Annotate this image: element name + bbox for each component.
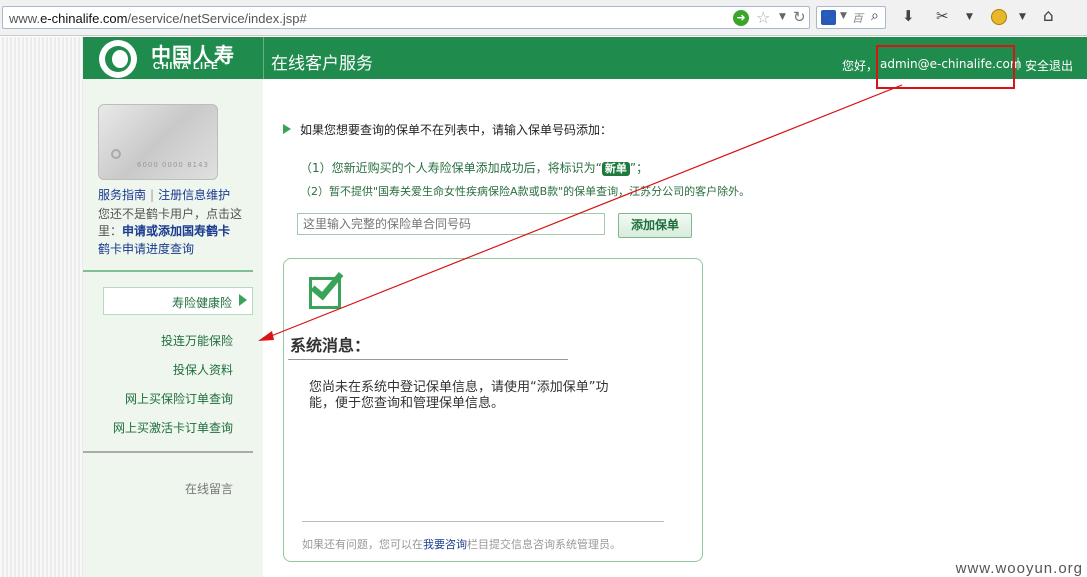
apply-card-link[interactable]: 申请或添加国寿鹤卡 (122, 224, 230, 238)
bookmark-star-icon[interactable]: ☆ (756, 8, 770, 27)
search-hint: 百 (852, 12, 863, 25)
menu-item-activation-orders[interactable]: 网上买激活卡订单查询 (113, 419, 233, 436)
note-unsupported-policy: （2）暂不提供"国寿关爱生命女性疾病保险A款或B款"的保单查询，江苏分公司的客户… (300, 185, 751, 198)
sidebar-links: 服务指南 | 注册信息维护 (98, 186, 230, 203)
page-background: 中国人寿 CHINA LIFE 在线客户服务 您好， admin@e-china… (0, 37, 1087, 577)
logo-english: CHINA LIFE (153, 61, 219, 72)
crane-card-image: 6000 0000 8143 (98, 104, 218, 180)
footer-divider (302, 521, 664, 522)
crane-card-note: 您还不是鹤卡用户，点击这里：申请或添加国寿鹤卡 (98, 206, 248, 240)
reload-icon[interactable]: ↻ (793, 8, 806, 26)
new-policy-badge: 新单 (601, 162, 630, 176)
service-guide-link[interactable]: 服务指南 (98, 188, 146, 202)
go-arrow-icon[interactable]: ➜ (733, 10, 749, 26)
consult-link[interactable]: 我要咨询 (423, 538, 467, 551)
policy-number-input[interactable] (297, 213, 605, 235)
system-message-title: 系统消息： (290, 336, 371, 355)
sidebar: 6000 0000 8143 服务指南 | 注册信息维护 您还不是鹤卡用户，点击这里… (83, 79, 263, 577)
online-message-link[interactable]: 在线留言 (185, 480, 233, 497)
register-info-link[interactable]: 注册信息维护 (158, 188, 230, 202)
message-divider (288, 359, 568, 360)
menu-item-online-orders[interactable]: 网上买保险订单查询 (125, 390, 233, 407)
system-message-box: 系统消息： 您尚未在系统中登记保单信息，请使用“添加保单”功能，便于您查询和管理… (283, 258, 703, 562)
card-progress-link[interactable]: 鹤卡申请进度查询 (98, 240, 194, 257)
menu-item-unit-linked[interactable]: 投连万能保险 (161, 332, 233, 349)
footer-text-suffix: 栏目提交信息咨询系统管理员。 (467, 538, 621, 551)
addon-coin-icon[interactable] (991, 9, 1007, 25)
highlight-box (876, 45, 1015, 89)
logout-link[interactable]: 安全退出 (1025, 57, 1073, 74)
note1-suffix: ”； (629, 161, 649, 175)
search-icon[interactable]: ⌕ (871, 8, 879, 24)
add-policy-button[interactable]: 添加保单 (618, 213, 692, 238)
address-bar[interactable]: www.e-chinalife.com/eservice/netService/… (2, 6, 810, 29)
sidebar-divider-bottom (83, 451, 253, 453)
checkmark-icon (309, 265, 355, 309)
sidebar-divider (83, 270, 253, 272)
home-icon[interactable]: ⌂ (1043, 6, 1054, 26)
browser-toolbar: www.e-chinalife.com/eservice/netService/… (0, 0, 1087, 36)
screenshot-dropdown-icon[interactable]: ▼ (966, 12, 973, 22)
history-dropdown-icon[interactable]: ▼ (779, 12, 786, 22)
menu-item-label: 寿险健康险 (171, 296, 232, 310)
link-separator: | (150, 188, 155, 202)
menu-item-life-health[interactable]: 寿险健康险 (103, 287, 253, 315)
logo[interactable]: 中国人寿 CHINA LIFE (83, 37, 263, 79)
download-icon[interactable]: ⬇ (902, 7, 915, 25)
add-policy-intro: 如果您想要查询的保单不在列表中，请输入保单号码添加： (300, 123, 613, 137)
addon-dropdown-icon[interactable]: ▼ (1019, 12, 1026, 22)
baidu-engine-icon[interactable]: 🐾 (821, 10, 836, 25)
greeting-text: 您好， (842, 59, 879, 73)
card-number: 6000 0000 8143 (137, 161, 209, 169)
address-url[interactable]: www.e-chinalife.com/eservice/netService/… (9, 11, 307, 26)
header-separator: | (1016, 56, 1021, 70)
search-box[interactable]: 🐾 ▼ 百 ⌕ (816, 6, 886, 29)
bullet-triangle-icon (283, 124, 291, 134)
header-divider (263, 37, 264, 79)
main-content: 如果您想要查询的保单不在列表中，请输入保单号码添加： （1）您新近购买的个人寿险… (263, 79, 1087, 577)
note-new-policy: （1）您新近购买的个人寿险保单添加成功后，将标识为“ 新单”； (300, 159, 648, 176)
china-life-emblem-icon (99, 40, 137, 78)
note1-text: （1）您新近购买的个人寿险保单添加成功后，将标识为“ (300, 161, 602, 175)
system-message-body: 您尚未在系统中登记保单信息，请使用“添加保单”功能，便于您查询和管理保单信息。 (309, 380, 609, 411)
page-title: 在线客户服务 (271, 54, 373, 74)
screenshot-tool-icon[interactable]: ✂ (936, 7, 949, 25)
triangle-right-icon (239, 294, 247, 306)
card-logo-icon (111, 149, 121, 159)
help-footer: 如果还有问题，您可以在我要咨询栏目提交信息咨询系统管理员。 (302, 536, 621, 552)
engine-dropdown-icon[interactable]: ▼ (840, 11, 847, 21)
footer-text: 如果还有问题，您可以在 (302, 538, 423, 551)
menu-item-policyholder[interactable]: 投保人资料 (173, 361, 233, 378)
watermark: www.wooyun.org (955, 560, 1083, 577)
